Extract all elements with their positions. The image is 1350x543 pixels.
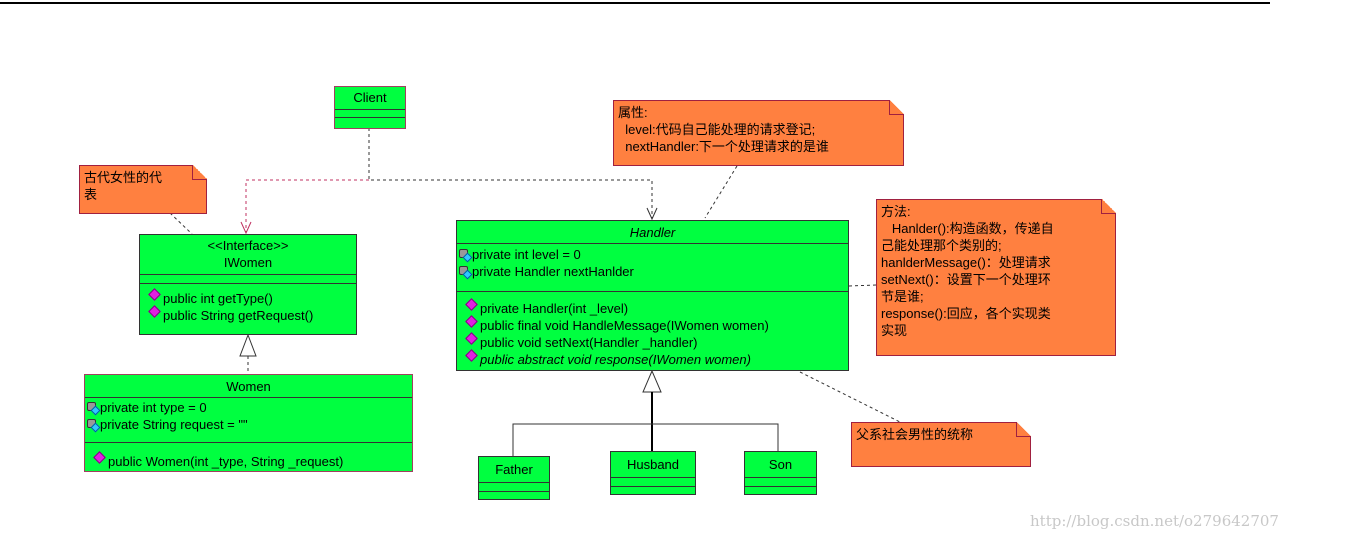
- class-name: IWomen: [223, 255, 273, 270]
- note-line: 方法:: [881, 204, 911, 219]
- note-line: 属性:: [618, 105, 648, 120]
- public-method-icon: [148, 288, 161, 301]
- note-line: response():回应，各个实现类: [881, 306, 1051, 321]
- class-client[interactable]: Client: [334, 86, 406, 129]
- private-field-icon: [459, 266, 471, 278]
- method: public String getRequest(): [146, 305, 356, 324]
- realization-triangle: [239, 333, 257, 357]
- attribute: private int type = 0: [85, 399, 412, 416]
- class-name: Father: [495, 462, 533, 477]
- private-field-icon: [459, 249, 471, 261]
- private-field-icon: [87, 419, 99, 431]
- class-name: Husband: [626, 457, 680, 472]
- class-son[interactable]: Son: [744, 451, 817, 495]
- note-women[interactable]: 古代女性的代 表: [79, 165, 207, 214]
- public-method-icon: [148, 305, 161, 318]
- attribute: private int level = 0: [457, 246, 848, 263]
- note-link-men: [799, 371, 901, 423]
- note-methods[interactable]: 方法: Hanlder():构造函数，传递自 己能处理那个类别的; hanlde…: [876, 199, 1116, 356]
- method: public abstract void response(IWomen wom…: [463, 349, 848, 368]
- note-line: 己能处理那个类别的;: [881, 238, 1002, 253]
- note-line: level:代码自己能处理的请求登记;: [618, 122, 816, 137]
- note-link-attr: [704, 165, 738, 219]
- note-line: setNext()：设置下一个处理环: [881, 272, 1051, 287]
- class-handler[interactable]: Handler private int level = 0 private Ha…: [456, 220, 849, 371]
- class-women[interactable]: Women private int type = 0 private Strin…: [84, 374, 413, 472]
- class-iwomen[interactable]: <<Interface>> IWomen public int getType(…: [139, 234, 357, 335]
- attribute: private Handler nextHanlder: [457, 263, 848, 280]
- public-method-icon: [465, 315, 478, 328]
- method: public int getType(): [146, 288, 356, 307]
- class-name: Women: [226, 379, 271, 394]
- watermark: http://blog.csdn.net/o279642707: [1030, 512, 1279, 530]
- client-handler-dependency: [368, 128, 653, 219]
- method: public Women(int _type, String _request): [91, 451, 412, 470]
- class-husband[interactable]: Husband: [610, 451, 696, 495]
- stereotype: <<Interface>>: [207, 238, 289, 253]
- class-name: Handler: [629, 225, 676, 240]
- note-line: Hanlder():构造函数，传递自: [881, 221, 1054, 236]
- class-father[interactable]: Father: [478, 456, 550, 500]
- public-method-icon: [465, 332, 478, 345]
- class-name: Client: [353, 90, 387, 105]
- class-name: Son: [768, 457, 793, 472]
- private-field-icon: [87, 402, 99, 414]
- note-link-women: [169, 212, 193, 235]
- note-line: nextHandler:下一个处理请求的是谁: [618, 139, 829, 154]
- note-men[interactable]: 父系社会男性的统称: [851, 422, 1031, 467]
- note-line: hanlderMessage()：处理请求: [881, 255, 1051, 270]
- public-method-icon: [93, 451, 106, 464]
- method: public void setNext(Handler _handler): [463, 332, 848, 351]
- note-line: 节是谁;: [881, 289, 924, 304]
- note-line: 古代女性的代: [84, 170, 163, 185]
- method: private Handler(int _level): [463, 298, 848, 317]
- attribute: private String request = "": [85, 416, 412, 433]
- method: public final void HandleMessage(IWomen w…: [463, 315, 848, 334]
- client-iwomen-dependency: [245, 179, 369, 233]
- note-link-method: [848, 284, 877, 287]
- public-method-icon: [465, 349, 478, 362]
- note-line: 表: [84, 187, 98, 202]
- generalization-triangle: [642, 369, 662, 393]
- note-line: 父系社会男性的统称: [856, 427, 974, 442]
- note-line: 实现: [881, 323, 908, 338]
- note-attributes[interactable]: 属性: level:代码自己能处理的请求登记; nextHandler:下一个处…: [613, 100, 904, 166]
- private-method-icon: [465, 298, 478, 311]
